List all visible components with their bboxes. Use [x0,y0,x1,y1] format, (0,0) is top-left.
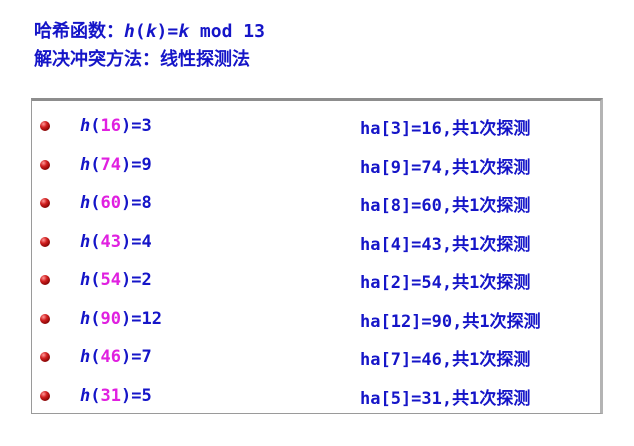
fn-name: h [80,232,91,252]
bullet-icon [40,121,50,131]
fn-value: 5 [141,386,152,406]
hash-function-prefix: 哈希函数： [34,21,124,42]
probe-result: ha[2]=54,共1次探测 [360,272,531,293]
collision-method-line: 解决冲突方法：线性探测法 [34,49,250,70]
hash-function-arg: k [145,21,157,42]
fn-value: 4 [141,232,152,252]
fn-name: h [80,155,91,175]
probe-result: ha[5]=31,共1次探测 [360,388,531,409]
fn-value: 2 [141,270,152,290]
fn-close: )= [120,193,142,213]
fn-close: )= [120,155,142,175]
hash-function-name: h [124,21,135,42]
hash-row: h(46)=7 ha[7]=46,共1次探测 [32,342,600,372]
fn-value: 8 [141,193,152,213]
fn-name: h [80,193,91,213]
fn-open: ( [90,347,101,367]
fn-close: )= [120,116,142,136]
fn-open: ( [90,386,101,406]
bullet-icon [40,198,50,208]
fn-open: ( [90,232,101,252]
hash-row: h(60)=8 ha[8]=60,共1次探测 [32,188,600,218]
probe-result: ha[7]=46,共1次探测 [360,349,531,370]
bullet-icon [40,352,50,362]
fn-name: h [80,270,91,290]
bullet-icon [40,314,50,324]
hash-function-body-k: k [178,21,190,42]
fn-key: 74 [100,155,121,175]
fn-open: ( [90,309,101,329]
fn-name: h [80,116,91,136]
hash-function-open: ( [134,21,146,42]
hash-row: h(31)=5 ha[5]=31,共1次探测 [32,381,600,411]
fn-key: 43 [100,232,121,252]
hash-expression: h(90)=12 [80,309,162,329]
probe-result: ha[8]=60,共1次探测 [360,195,531,216]
hash-row: h(16)=3 ha[3]=16,共1次探测 [32,111,600,141]
hash-function-line: 哈希函数：h(k)=k mod 13 [34,18,265,46]
hash-expression: h(54)=2 [80,270,152,290]
fn-close: )= [120,309,142,329]
fn-open: ( [90,270,101,290]
bullet-icon [40,237,50,247]
fn-key: 60 [100,193,121,213]
hash-expression: h(43)=4 [80,232,152,252]
hash-expression: h(60)=8 [80,193,152,213]
fn-open: ( [90,116,101,136]
hash-row: h(74)=9 ha[9]=74,共1次探测 [32,150,600,180]
fn-key: 16 [100,116,121,136]
probe-result: ha[4]=43,共1次探测 [360,234,531,255]
hash-row: h(90)=12 ha[12]=90,共1次探测 [32,304,600,334]
fn-value: 12 [141,309,162,329]
bullet-icon [40,275,50,285]
fn-key: 90 [100,309,121,329]
fn-close: )= [120,270,142,290]
hash-results-box: h(16)=3 ha[3]=16,共1次探测 h(74)=9 ha[9]=74,… [31,98,603,414]
bullet-icon [40,160,50,170]
fn-key: 54 [100,270,121,290]
hash-expression: h(16)=3 [80,116,152,136]
header: 哈希函数：h(k)=k mod 13 解决冲突方法：线性探测法 [34,18,265,74]
fn-close: )= [120,232,142,252]
bullet-icon [40,391,50,401]
fn-value: 3 [141,116,152,136]
hash-expression: h(46)=7 [80,347,152,367]
hash-function-close: )= [156,21,179,42]
hash-row: h(43)=4 ha[4]=43,共1次探测 [32,227,600,257]
hash-expression: h(74)=9 [80,155,152,175]
fn-open: ( [90,155,101,175]
fn-name: h [80,386,91,406]
hash-row: h(54)=2 ha[2]=54,共1次探测 [32,265,600,295]
fn-close: )= [120,386,142,406]
probe-result: ha[3]=16,共1次探测 [360,118,531,139]
fn-open: ( [90,193,101,213]
fn-name: h [80,347,91,367]
fn-key: 31 [100,386,121,406]
hash-expression: h(31)=5 [80,386,152,406]
fn-name: h [80,309,91,329]
probe-result: ha[12]=90,共1次探测 [360,311,541,332]
fn-close: )= [120,347,142,367]
hash-function-mod: mod 13 [189,21,265,42]
fn-value: 9 [141,155,152,175]
probe-result: ha[9]=74,共1次探测 [360,157,531,178]
fn-key: 46 [100,347,121,367]
fn-value: 7 [141,347,152,367]
